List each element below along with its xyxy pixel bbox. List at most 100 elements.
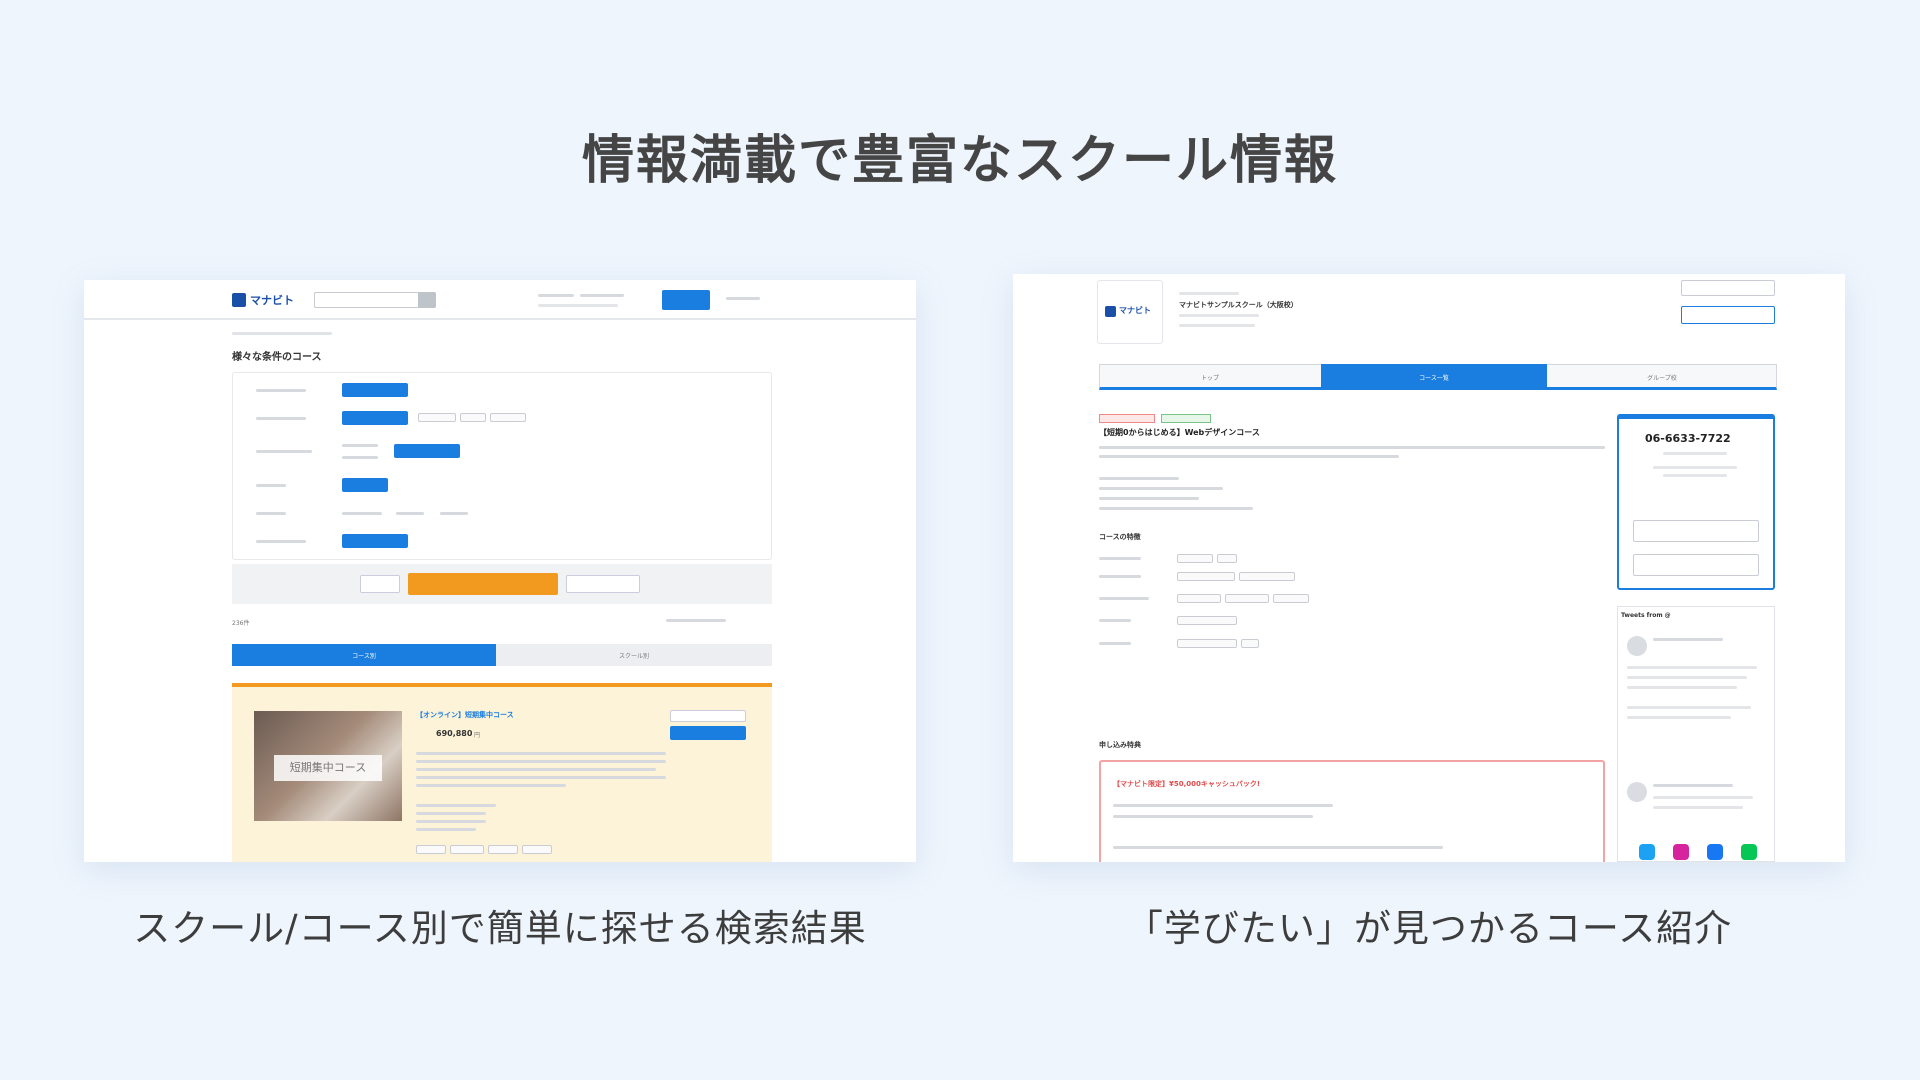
course-point [1099, 507, 1253, 510]
tweet-text [1627, 676, 1747, 679]
course-feature [416, 820, 486, 823]
logo-icon [232, 293, 246, 307]
feature-label [1099, 619, 1131, 622]
favorite-button[interactable] [670, 710, 746, 722]
avatar [1627, 782, 1647, 802]
header-subtext [538, 304, 618, 307]
result-count: 236件 [232, 620, 250, 627]
feature-label [1099, 642, 1131, 645]
search-submit-button[interactable] [408, 573, 558, 595]
badge-campaign [1099, 414, 1155, 423]
filter-tag[interactable] [490, 413, 526, 422]
feature-tag [1177, 616, 1237, 625]
filter-label [256, 389, 306, 392]
course-feature [416, 812, 486, 815]
feature-label [1099, 597, 1149, 600]
course-points-heading [1099, 477, 1179, 480]
search-icon[interactable] [418, 292, 436, 308]
sort-select[interactable] [666, 619, 726, 622]
tweet-text [1653, 806, 1743, 809]
phone-note [1653, 466, 1737, 469]
site-logo[interactable]: マナビト [250, 292, 294, 308]
phone-hours [1663, 452, 1727, 455]
course-description [416, 768, 656, 771]
feature-tag [1177, 639, 1237, 648]
breadcrumb[interactable] [232, 332, 332, 335]
course-tag [416, 845, 446, 854]
clear-button[interactable] [360, 575, 400, 593]
feature-tag [1225, 594, 1269, 603]
course-description [416, 776, 666, 779]
filter-label [256, 540, 306, 543]
site-header [84, 280, 916, 320]
header-link[interactable] [538, 294, 574, 297]
feature-label [1099, 557, 1141, 560]
facebook-icon[interactable] [1707, 844, 1723, 860]
course-title-link[interactable]: 【オンライン】短期集中コース [416, 710, 514, 720]
page-headline: 情報満載で豊富なスクール情報 [581, 131, 1338, 191]
section-apply-benefits: 申し込み特典 [1099, 741, 1141, 749]
contact-school-button[interactable] [1681, 306, 1775, 324]
filter-label [256, 417, 306, 420]
search-input[interactable] [314, 292, 429, 308]
twitter-icon[interactable] [1639, 844, 1655, 860]
radio-option[interactable] [440, 512, 468, 515]
avatar [1627, 636, 1647, 656]
tab-top[interactable]: トップ [1099, 373, 1321, 382]
line-icon[interactable] [1741, 844, 1757, 860]
search-results-caption: スクール/コース別で簡単に探せる検索結果 [133, 907, 867, 950]
radio-option[interactable] [396, 512, 424, 515]
request-brochure-button[interactable] [1633, 554, 1759, 576]
instagram-icon[interactable] [1673, 844, 1689, 860]
filter-button[interactable] [342, 478, 388, 492]
favorite-school-button[interactable] [1681, 280, 1775, 296]
campaign-text [1113, 804, 1333, 807]
feature-tag [1273, 594, 1309, 603]
tweet-text [1627, 706, 1751, 709]
tab-course-list-label: コース一覧 [1419, 375, 1449, 382]
tweets-header: Tweets from @ [1621, 612, 1671, 619]
header-blue-button[interactable] [662, 290, 710, 310]
filter-label [256, 512, 286, 515]
course-feature [416, 828, 476, 831]
course-image-label: 短期集中コース [274, 755, 382, 781]
save-condition-button[interactable] [566, 575, 640, 593]
filter-tag[interactable] [460, 413, 486, 422]
phone-number[interactable]: 06-6633-7722 [1645, 432, 1731, 445]
course-title: 【短期0からはじめる】Webデザインコース [1099, 428, 1260, 437]
course-description [416, 760, 666, 763]
filter-button[interactable] [342, 383, 408, 397]
radio-option[interactable] [342, 456, 378, 459]
logo-icon [1105, 306, 1116, 317]
tweet-text [1627, 686, 1737, 689]
course-description [416, 752, 666, 755]
tab-group[interactable]: グループ校 [1547, 373, 1777, 382]
tweet-text [1653, 796, 1753, 799]
feature-tag [1241, 639, 1259, 648]
filter-panel [232, 372, 772, 560]
login-link[interactable] [726, 297, 760, 300]
course-point [1099, 497, 1199, 500]
filter-button[interactable] [394, 444, 460, 458]
filter-tag[interactable] [418, 413, 456, 422]
radio-option[interactable] [342, 512, 382, 515]
course-intro [1099, 455, 1399, 458]
feature-tag [1217, 554, 1237, 563]
tab-course-label: コース別 [352, 653, 376, 660]
course-price: 690,880 [436, 729, 473, 738]
header-link[interactable] [580, 294, 624, 297]
radio-option[interactable] [342, 444, 378, 447]
course-tag [522, 845, 552, 854]
campaign-text [1113, 815, 1313, 818]
course-description [416, 784, 566, 787]
filter-button[interactable] [342, 534, 408, 548]
course-intro [1099, 446, 1605, 449]
school-category [1179, 292, 1239, 295]
tweet-text [1627, 666, 1757, 669]
search-results-screenshot: マナビト 様々な条件のコース 236件 コース別 スクール別 短期集中コース 【… [84, 280, 916, 862]
filter-button[interactable] [342, 411, 408, 425]
school-name: マナビトサンプルスクール（大阪校） [1179, 301, 1298, 309]
course-point [1099, 487, 1223, 490]
official-site-button[interactable] [1633, 520, 1759, 542]
course-detail-button[interactable] [670, 726, 746, 740]
